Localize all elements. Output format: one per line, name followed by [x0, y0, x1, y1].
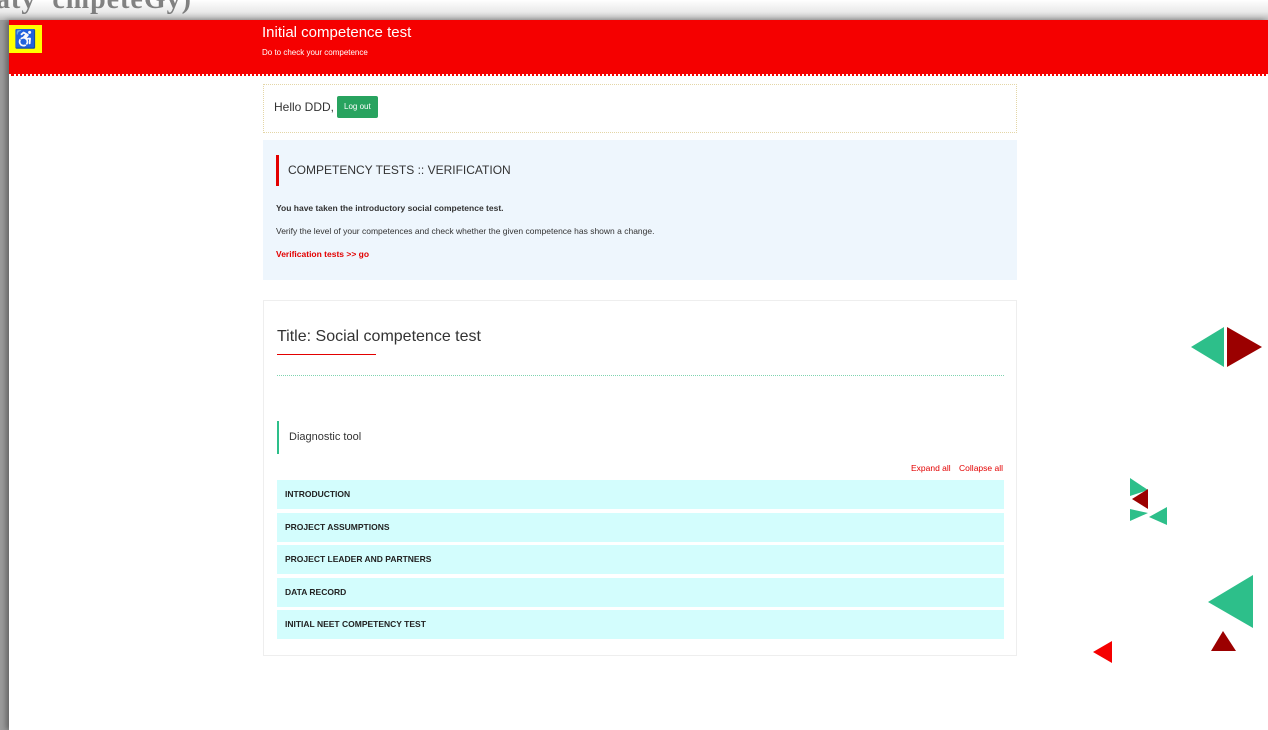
- card-divider: [277, 375, 1004, 376]
- site-header: ♿ Initial competence test Do to check yo…: [9, 20, 1268, 76]
- collapse-all-link[interactable]: Collapse all: [959, 463, 1003, 473]
- accordion-item-initial-neet-test[interactable]: INITIAL NEET COMPETENCY TEST: [277, 610, 1004, 639]
- accordion-item-data-record[interactable]: DATA RECORD: [277, 577, 1004, 607]
- decorative-triangle-red: [1093, 641, 1112, 663]
- expand-collapse-controls: Expand all Collapse all: [905, 463, 1003, 473]
- greeting-text: Hello DDD,: [274, 100, 335, 114]
- page-subtitle: Do to check your competence: [262, 48, 368, 57]
- decorative-triangle-darkred: [1211, 631, 1236, 651]
- title-underline: [277, 354, 376, 355]
- accordion-item-introduction[interactable]: INTRODUCTION: [277, 480, 1004, 509]
- decorative-triangles-large: [1191, 327, 1262, 367]
- accordion-item-project-leader[interactable]: PROJECT LEADER AND PARTNERS: [277, 545, 1004, 574]
- background-text: aty cmpeteGy): [0, 0, 192, 16]
- test-title: Title: Social competence test: [277, 328, 481, 345]
- window-frame-top: aty cmpeteGy): [0, 0, 1268, 20]
- greeting-box: Hello DDD, Log out: [263, 84, 1017, 133]
- wheelchair-icon[interactable]: ♿: [9, 25, 42, 53]
- page-viewport: ♿ Initial competence test Do to check yo…: [9, 20, 1268, 730]
- verification-notice: You have taken the introductory social c…: [276, 203, 504, 213]
- verification-description: Verify the level of your competences and…: [276, 226, 655, 236]
- logout-button[interactable]: Log out: [337, 96, 378, 118]
- decorative-triangles-cluster: [1130, 478, 1167, 525]
- verification-heading: COMPETENCY TESTS :: VERIFICATION: [276, 155, 511, 186]
- diagnostic-tool-label: Diagnostic tool: [277, 421, 361, 454]
- page-title: Initial competence test: [262, 24, 412, 41]
- verification-panel: COMPETENCY TESTS :: VERIFICATION You hav…: [263, 140, 1017, 280]
- accordion-item-project-assumptions[interactable]: PROJECT ASSUMPTIONS: [277, 512, 1004, 542]
- verification-tests-link[interactable]: Verification tests >> go: [276, 249, 369, 259]
- test-card: Title: Social competence test Diagnostic…: [263, 300, 1017, 656]
- accordion-list: INTRODUCTION PROJECT ASSUMPTIONS PROJECT…: [277, 480, 1004, 643]
- expand-all-link[interactable]: Expand all: [911, 463, 951, 473]
- decorative-triangle-green: [1208, 575, 1253, 628]
